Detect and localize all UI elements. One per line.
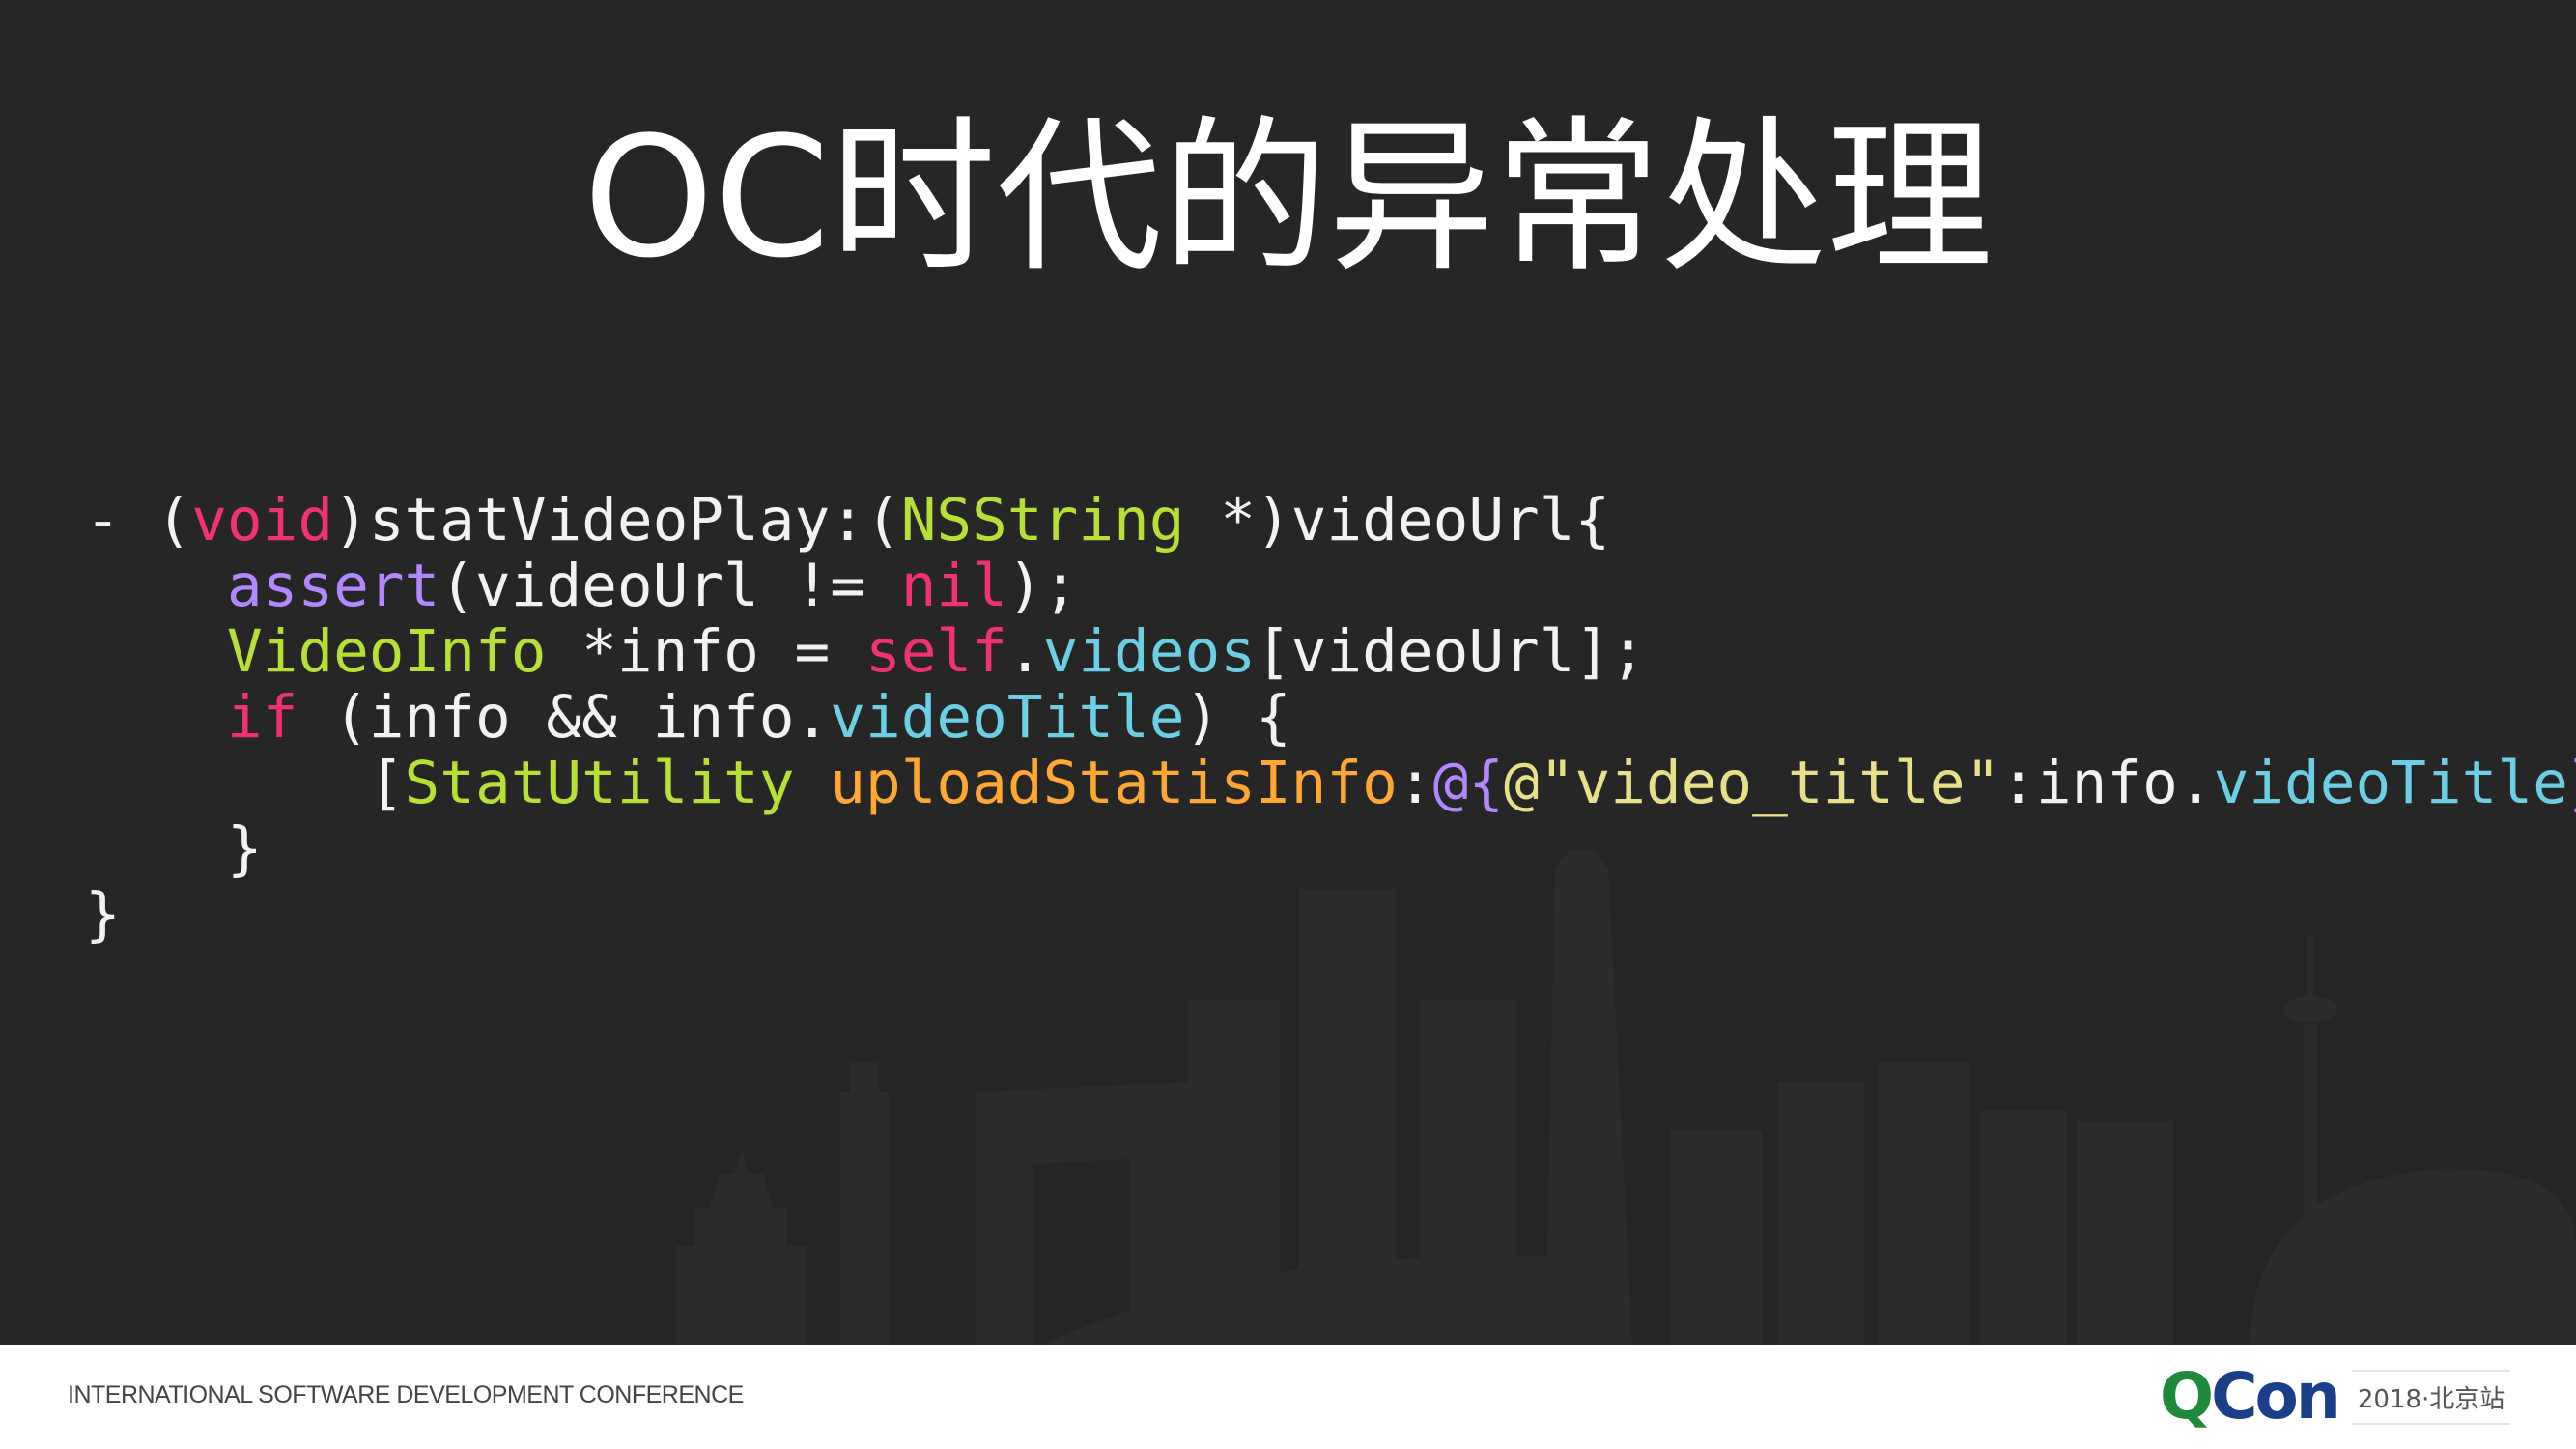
code-token: )statVideoPlay:(	[333, 486, 901, 554]
conference-name: INTERNATIONAL SOFTWARE DEVELOPMENT CONFE…	[68, 1381, 744, 1408]
slide-title: OC时代的异常处理	[582, 100, 1994, 295]
code-line-1: - (void)statVideoPlay:(NSString *)videoU…	[85, 488, 2576, 554]
code-token: NSString	[900, 486, 1185, 554]
code-token: videoTitle	[830, 683, 1185, 752]
brand-q: Q	[2160, 1359, 2214, 1434]
brand-con: Con	[2211, 1359, 2341, 1434]
code-token: :	[1397, 749, 1433, 817]
code-token: ) {	[1184, 683, 1291, 752]
code-token: }	[85, 880, 121, 949]
code-token: self	[864, 617, 1007, 686]
brand-name: QCon	[2160, 1358, 2341, 1435]
code-token: @"video_title"	[1504, 749, 2001, 817]
code-token: - (	[85, 486, 192, 554]
code-block: - (void)statVideoPlay:(NSString *)videoU…	[85, 488, 2576, 948]
code-token: @{	[1432, 749, 1505, 817]
code-line-5: [StatUtility uploadStatisInfo:@{@"video_…	[85, 751, 2576, 816]
code-line-7: }	[85, 882, 2576, 948]
code-token: [	[85, 749, 405, 817]
code-token: [videoUrl];	[1255, 617, 1646, 686]
code-token: void	[191, 486, 334, 554]
footer-bar: INTERNATIONAL SOFTWARE DEVELOPMENT CONFE…	[0, 1345, 2576, 1449]
code-token: *)videoUrl{	[1184, 486, 1611, 554]
slide: OC时代的异常处理 - (void)statVideoPlay:(NSStrin…	[0, 0, 2576, 1449]
code-line-2: assert(videoUrl != nil);	[85, 554, 2576, 619]
code-token: (videoUrl !=	[439, 552, 901, 620]
code-token: (info && info.	[297, 683, 831, 752]
qcon-logo: QCon 2018·北京站	[2160, 1358, 2511, 1435]
code-token: );	[1006, 552, 1079, 620]
code-token: uploadStatisInfo	[830, 749, 1398, 817]
code-token: videoTitle	[2213, 749, 2568, 817]
code-token: .	[1006, 617, 1043, 686]
code-token: videos	[1042, 617, 1256, 686]
code-line-3: VideoInfo *info = self.videos[videoUrl];	[85, 619, 2576, 685]
code-line-4: if (info && info.videoTitle) {	[85, 685, 2576, 751]
code-token: assert	[226, 552, 440, 620]
code-token: }	[85, 814, 263, 883]
code-token: }	[2568, 749, 2576, 817]
brand-edition: 2018·北京站	[2351, 1369, 2511, 1425]
code-token: nil	[900, 552, 1007, 620]
code-line-6: }	[85, 816, 2576, 882]
code-token: :info.	[2000, 749, 2214, 817]
code-token: StatUtility	[404, 749, 795, 817]
code-token: *info =	[546, 617, 865, 686]
code-token: if	[226, 683, 298, 752]
code-token: VideoInfo	[226, 617, 547, 686]
slide-content-area: OC时代的异常处理 - (void)statVideoPlay:(NSStrin…	[0, 0, 2576, 1345]
